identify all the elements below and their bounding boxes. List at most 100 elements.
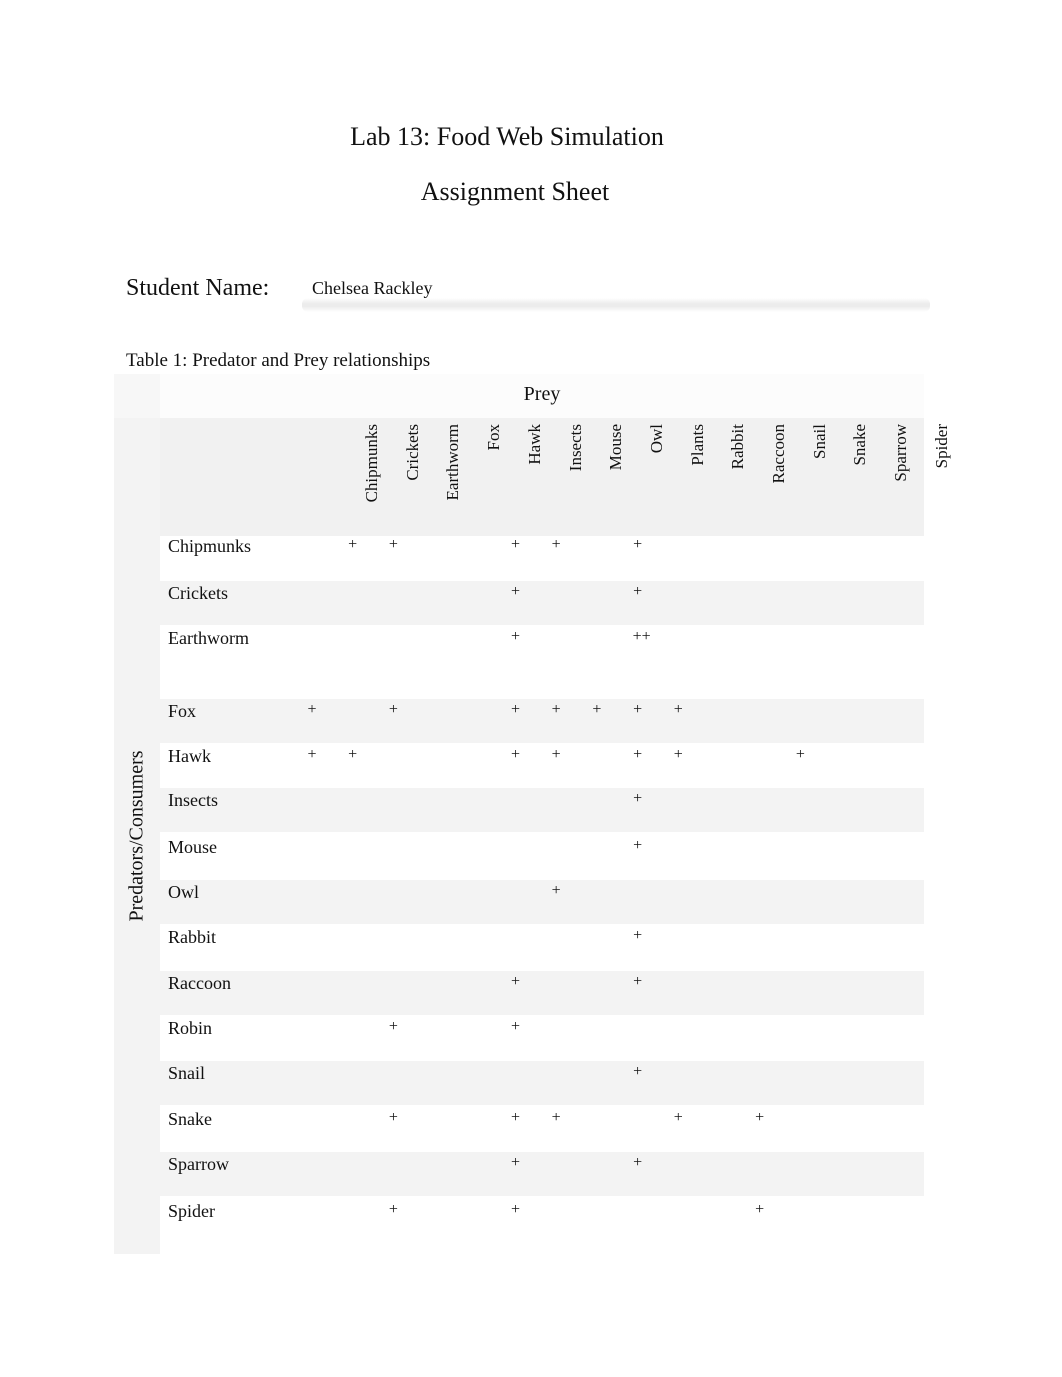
column-header-label: Chipmunks [362,424,381,503]
relationship-mark: + [510,1109,521,1126]
table-row: Crickets + + [160,581,924,625]
table-row: Snake + + + + + [160,1107,924,1151]
column-header-label: Rabbit [728,424,748,470]
column-header-label: Earthworm [443,424,463,501]
column-header-label: Snake [850,424,870,466]
table-row: Raccoon + + [160,971,924,1015]
student-name-field[interactable]: Chelsea Rackley [302,276,930,312]
relationship-mark: + [510,1018,521,1035]
table-row: Fox + + + + + + + [160,699,924,743]
predator-header: Predators/Consumers [125,750,148,922]
relationship-mark: + [551,882,561,899]
table-row: Insects + [160,788,924,832]
row-label: Sparrow [168,1154,229,1174]
relationship-mark: + [795,746,805,763]
relationship-mark: + [551,701,561,718]
row-label: Chipmunks [168,536,252,556]
relationship-mark: + [633,701,643,718]
column-header-label: Spider [931,424,951,469]
relationship-mark: + [551,1109,561,1126]
relationship-mark: + [673,746,683,763]
table-row: Earthworm + ++ [160,626,924,696]
document-title: Lab 13: Food Web Simulation [350,122,664,151]
relationship-mark: + [307,746,317,763]
relationship-mark: + [633,536,643,553]
row-label: Crickets [168,583,228,603]
relationship-mark: + [510,536,521,553]
table-row: Rabbit + [160,925,924,969]
relationship-mark: + [388,536,398,553]
column-header: Crickets [397,422,425,532]
relationship-mark: + [633,746,643,763]
table-row: Chipmunks + + + + + [160,534,924,578]
relationship-mark: + [551,536,561,553]
predator-prey-table: Prey Predators/Consumers Chipmunks Cricke… [114,374,951,1254]
column-header: Snake [844,422,872,532]
row-label: Mouse [168,837,217,857]
document-subtitle: Assignment Sheet [420,177,610,206]
relationship-mark: + [551,746,561,763]
relationship-mark: + [510,1201,521,1218]
relationship-mark: + [633,973,643,990]
column-header: Raccoon [763,422,791,532]
column-header: Owl [641,422,669,532]
predator-header-cell: Predators/Consumers [114,418,160,1254]
column-header-label: Crickets [402,424,422,481]
relationship-mark: + [388,1018,398,1035]
relationship-mark: + [673,1109,683,1126]
column-header: Hawk [519,422,547,532]
column-header: Chipmunks [356,422,384,532]
prey-header-cell: Prey [160,374,924,418]
relationship-mark: + [388,1109,398,1126]
table-corner-cell [114,374,160,418]
column-header-label: Sparrow [891,424,911,482]
relationship-mark: + [510,701,521,718]
row-label: Rabbit [168,927,216,947]
relationship-mark: + [755,1201,765,1218]
relationship-mark: + [633,1154,643,1171]
column-header-label: Plants [687,424,707,466]
column-header: Sparrow [885,422,913,532]
table-row: Sparrow + + [160,1152,924,1196]
column-header-label: Owl [646,424,666,454]
column-header: Snail [804,422,832,532]
relationship-mark: + [673,701,683,718]
column-header-label: Mouse [606,424,626,471]
row-label: Snail [168,1063,206,1083]
row-label: Owl [168,882,199,902]
relationship-mark: + [388,701,398,718]
table-row: Spider + + + [160,1199,924,1243]
student-name-value: Chelsea Rackley [312,278,433,298]
prey-header: Prey [523,383,561,405]
relationship-mark: + [510,1154,521,1171]
relationship-mark: + [633,790,643,807]
relationship-mark: + [633,837,643,854]
relationship-mark: + [510,628,521,645]
row-label: Earthworm [168,628,249,648]
student-name-underline [302,298,930,312]
row-label: Fox [168,701,197,721]
column-header-label: Raccoon [769,424,788,484]
column-header: Plants [682,422,710,532]
column-headers: Chipmunks Crickets Earthworm Fox Hawk Insects… [160,418,951,536]
relationship-mark: + [510,583,521,600]
relationship-mark: + [592,701,602,718]
relationship-mark: + [307,701,317,718]
relationship-mark: + [388,1201,398,1218]
table-row: Snail + [160,1061,924,1105]
row-label: Raccoon [168,973,231,993]
row-label: Hawk [168,746,211,766]
student-name-label: Student Name: [126,275,270,301]
relationship-mark: + [755,1109,765,1126]
row-label: Spider [168,1201,215,1221]
relationship-mark: + [633,583,643,600]
row-label: Insects [168,790,218,810]
relationship-mark: + [633,927,643,944]
table-row: Robin + + [160,1016,924,1060]
relationship-mark: + [348,746,358,763]
column-header-label: Hawk [524,424,544,465]
column-header-label: Snail [809,424,829,459]
row-label: Snake [168,1109,212,1129]
table-row: Mouse + [160,835,924,879]
column-header: Spider [926,422,954,532]
